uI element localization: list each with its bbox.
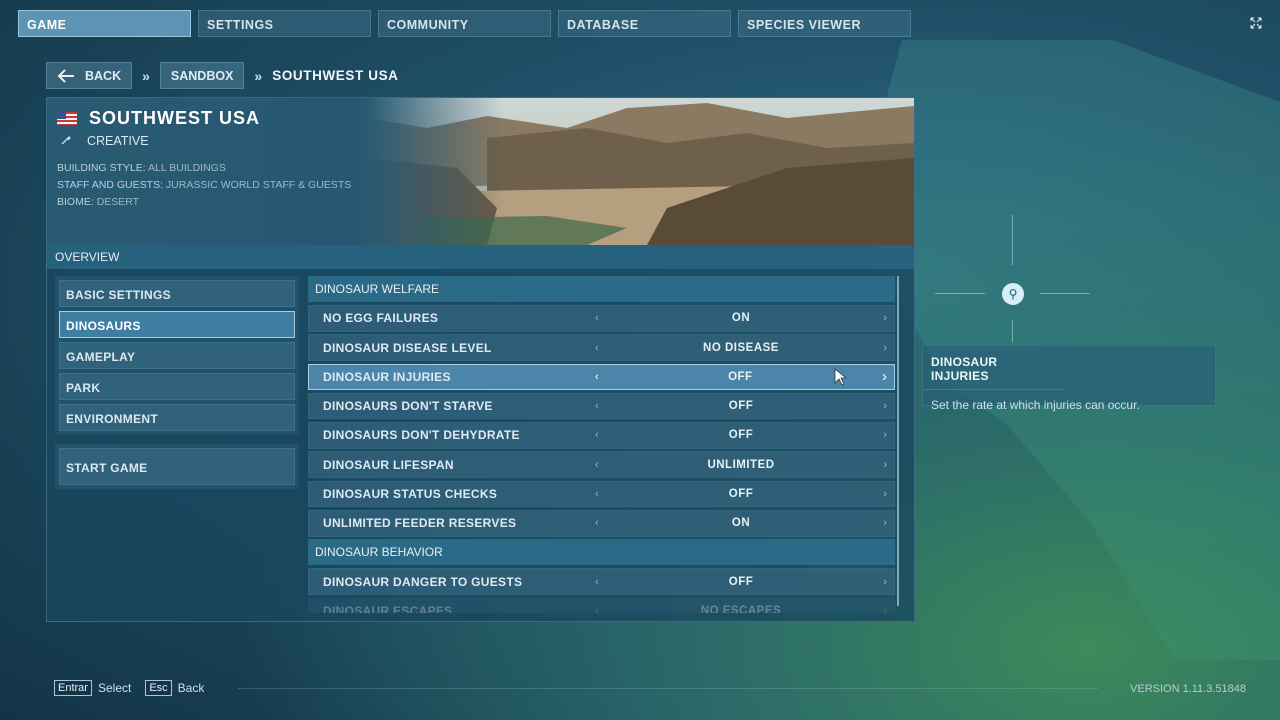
game-mode: CREATIVE	[87, 134, 149, 148]
chevron-right-icon[interactable]: ›	[883, 605, 887, 613]
setting-value: OFF	[728, 488, 754, 501]
tab-game[interactable]: GAME	[18, 10, 191, 37]
chevron-double-right-icon: »	[254, 67, 263, 84]
back-label: BACK	[85, 68, 122, 83]
main-panel: SOUTHWEST USA CREATIVE BUILDING STYLE: A…	[46, 97, 915, 622]
setting-label: DINOSAUR STATUS CHECKS	[323, 487, 498, 502]
setting-value: NO ESCAPES	[700, 604, 782, 613]
usa-flag-icon	[57, 112, 77, 125]
menu-item-basic-settings[interactable]: BASIC SETTINGS	[59, 280, 295, 307]
reticle-line	[1040, 293, 1090, 294]
building-style-line: BUILDING STYLE: ALL BUILDINGS	[57, 162, 226, 174]
setting-label: DINOSAUR LIFESPAN	[323, 457, 454, 472]
setting-description-card: DINOSAUR INJURIES Set the rate at which …	[922, 345, 1216, 412]
menu-item-dinosaurs[interactable]: DINOSAURS	[59, 311, 295, 338]
chevron-double-right-icon: »	[142, 67, 150, 84]
arrow-left-icon	[57, 68, 74, 83]
setting-row[interactable]: DINOSAUR LIFESPAN ‹ UNLIMITED ›	[308, 451, 895, 478]
tab-settings[interactable]: SETTINGS	[198, 10, 371, 37]
control-hints: Entrar Select Esc Back	[54, 680, 204, 696]
chevron-right-icon[interactable]: ›	[883, 576, 887, 588]
section-header-behavior: DINOSAUR BEHAVIOR	[308, 539, 895, 566]
footer-divider	[238, 688, 1098, 689]
menu-item-environment[interactable]: ENVIRONMENT	[59, 404, 295, 431]
tab-species-viewer[interactable]: SPECIES VIEWER	[738, 10, 911, 37]
map-banner: SOUTHWEST USA CREATIVE BUILDING STYLE: A…	[47, 98, 914, 245]
fullscreen-toggle-icon[interactable]	[1244, 12, 1268, 36]
description-text: Set the rate at which injuries can occur…	[931, 398, 1140, 412]
map-title: SOUTHWEST USA	[89, 108, 261, 128]
chevron-right-icon[interactable]: ›	[882, 368, 887, 385]
biome-line: BIOME: DESERT	[57, 196, 140, 208]
chevron-right-icon[interactable]: ›	[883, 312, 887, 324]
menu-item-gameplay[interactable]: GAMEPLAY	[59, 342, 295, 369]
staff-line: STAFF AND GUESTS: JURASSIC WORLD STAFF &…	[57, 179, 352, 191]
setting-value: UNLIMITED	[707, 458, 775, 471]
mouse-cursor-icon	[834, 368, 848, 386]
setting-row[interactable]: DINOSAUR DISEASE LEVEL ‹ NO DISEASE ›	[308, 334, 895, 361]
overview-header: OVERVIEW	[47, 245, 914, 269]
tab-community[interactable]: COMMUNITY	[378, 10, 551, 37]
back-hint: Back	[177, 681, 205, 695]
sandbox-crumb[interactable]: SANDBOX	[159, 62, 245, 89]
setting-row[interactable]: UNLIMITED FEEDER RESERVES ‹ ON ›	[308, 510, 895, 537]
setting-row[interactable]: DINOSAUR ESCAPES ‹ NO ESCAPES ›	[308, 597, 895, 613]
setting-label: DINOSAURS DON'T STARVE	[323, 399, 493, 414]
desert-canyon-image	[367, 98, 914, 245]
setting-row[interactable]: DINOSAURS DON'T DEHYDRATE ‹ OFF ›	[308, 422, 895, 449]
setting-label: DINOSAURS DON'T DEHYDRATE	[323, 428, 520, 443]
setting-row[interactable]: DINOSAUR STATUS CHECKS ‹ OFF ›	[308, 480, 895, 508]
menu-item-park[interactable]: PARK	[59, 373, 295, 400]
setting-row[interactable]: DINOSAUR DANGER TO GUESTS ‹ OFF ›	[308, 568, 895, 595]
reticle-line	[1012, 215, 1013, 265]
setting-value: OFF	[728, 429, 754, 442]
select-hint: Select	[97, 681, 132, 695]
section-header-welfare: DINOSAUR WELFARE	[308, 276, 895, 302]
version-label: VERSION 1.11.3.51848	[1130, 683, 1246, 695]
breadcrumb: BACK » SANDBOX » SOUTHWEST USA	[46, 62, 399, 89]
wrench-icon	[61, 134, 71, 148]
chevron-right-icon[interactable]: ›	[883, 488, 887, 500]
map-info: SOUTHWEST USA CREATIVE BUILDING STYLE: A…	[57, 108, 351, 208]
settings-scrollbar[interactable]	[897, 276, 899, 606]
chevron-right-icon[interactable]: ›	[883, 400, 887, 412]
start-game-button[interactable]: START GAME	[59, 448, 295, 485]
reticle-line	[935, 293, 985, 294]
chevron-right-icon[interactable]: ›	[883, 342, 887, 354]
setting-label: UNLIMITED FEEDER RESERVES	[323, 516, 517, 531]
setting-label: NO EGG FAILURES	[323, 311, 439, 326]
tab-database[interactable]: DATABASE	[558, 10, 731, 37]
chevron-right-icon[interactable]: ›	[883, 459, 887, 471]
setting-value: OFF	[728, 400, 754, 413]
category-menu: BASIC SETTINGS DINOSAURS GAMEPLAY PARK E…	[55, 276, 299, 489]
setting-value: OFF	[728, 575, 754, 588]
dna-marker-icon: ⚲	[1002, 283, 1024, 305]
settings-list: DINOSAUR WELFARE NO EGG FAILURES ‹ ON › …	[308, 276, 895, 613]
setting-row[interactable]: DINOSAURS DON'T STARVE ‹ OFF ›	[308, 392, 895, 420]
setting-label: DINOSAUR INJURIES	[323, 369, 451, 384]
back-key[interactable]: Esc	[145, 680, 172, 696]
setting-value: ON	[731, 312, 751, 325]
select-key[interactable]: Entrar	[54, 680, 92, 696]
setting-label: DINOSAUR ESCAPES	[323, 603, 453, 613]
setting-row[interactable]: NO EGG FAILURES ‹ ON ›	[308, 305, 895, 332]
top-navigation: GAME SETTINGS COMMUNITY DATABASE SPECIES…	[18, 10, 911, 37]
breadcrumb-current: SOUTHWEST USA	[272, 68, 399, 83]
chevron-right-icon[interactable]: ›	[883, 429, 887, 441]
chevron-right-icon[interactable]: ›	[883, 517, 887, 529]
back-button[interactable]: BACK	[46, 62, 133, 89]
setting-label: DINOSAUR DISEASE LEVEL	[323, 340, 492, 355]
description-title: DINOSAUR INJURIES	[923, 346, 1063, 390]
setting-label: DINOSAUR DANGER TO GUESTS	[323, 574, 523, 589]
setting-value: NO DISEASE	[703, 341, 779, 354]
reticle-line	[1012, 320, 1013, 342]
setting-value: ON	[731, 517, 751, 530]
setting-row-selected[interactable]: DINOSAUR INJURIES ‹ OFF ›	[308, 363, 895, 391]
